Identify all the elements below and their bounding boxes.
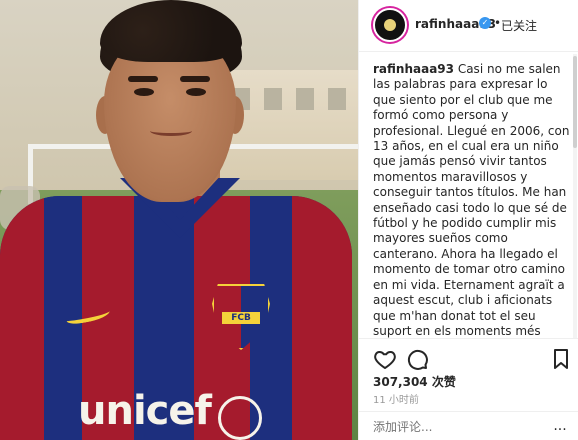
club-crest-label: FCB <box>222 312 260 324</box>
building-window <box>296 88 314 110</box>
player-eye <box>186 88 206 96</box>
comment-input[interactable] <box>373 418 543 436</box>
caption-text: Casi no me salen las palabras para expre… <box>373 62 570 338</box>
comment-icon[interactable] <box>405 347 429 371</box>
verified-icon: ✓ <box>479 17 491 29</box>
player-brow <box>180 76 210 82</box>
post-caption: rafinhaaa93 Casi no me salen las palabra… <box>373 62 573 338</box>
post-actions: 307,304 次赞 11 小时前 ... <box>359 338 578 440</box>
player-mouth <box>150 126 192 136</box>
player-eye <box>134 88 154 96</box>
caption-username[interactable]: rafinhaaa93 <box>373 62 454 76</box>
building-window <box>328 88 346 110</box>
player-hair-top <box>100 0 242 62</box>
sponsor-emblem <box>218 396 262 440</box>
comment-bar: ... <box>359 411 578 440</box>
caption-scrollbar-thumb[interactable] <box>573 56 577 148</box>
more-options-button[interactable]: ... <box>549 416 571 436</box>
heart-icon[interactable] <box>373 347 397 371</box>
avatar[interactable] <box>373 8 407 42</box>
post-header: rafinhaaa93 ✓ • 已关注 <box>359 0 578 52</box>
building-window <box>264 88 282 110</box>
player-brow <box>128 76 158 82</box>
post-timestamp[interactable]: 11 小时前 <box>373 391 419 406</box>
post-photo[interactable]: FCB unicef <box>0 0 358 440</box>
bookmark-icon[interactable] <box>549 347 573 371</box>
post-sidebar: rafinhaaa93 ✓ • 已关注 rafinhaaa93 Casi no … <box>358 0 578 440</box>
like-count[interactable]: 307,304 次赞 <box>373 373 456 390</box>
following-button[interactable]: 已关注 <box>501 17 537 34</box>
